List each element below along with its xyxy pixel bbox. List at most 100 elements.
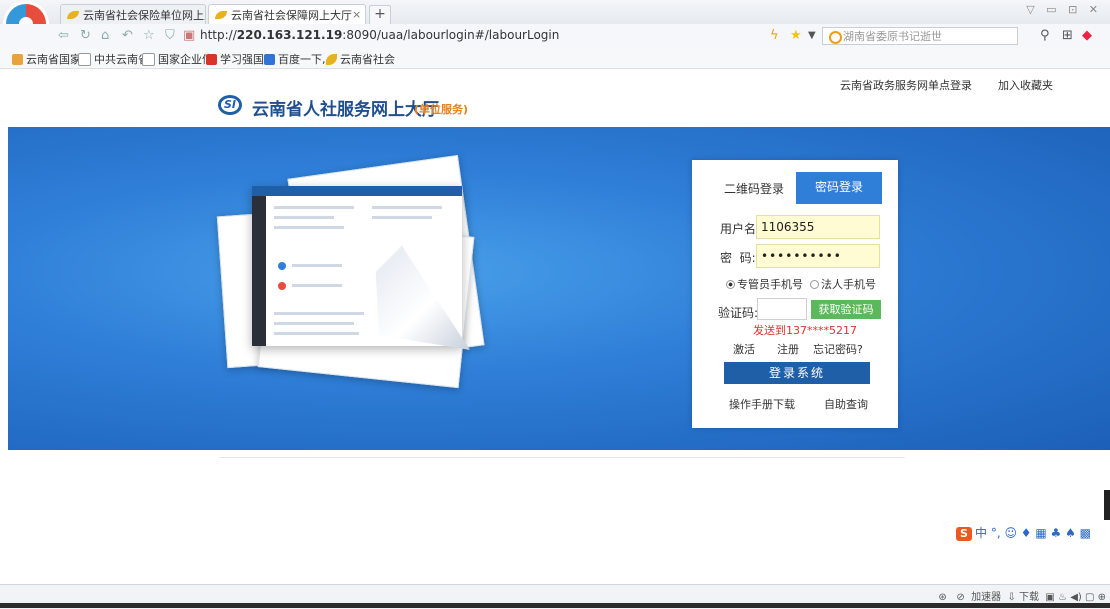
illustration-line — [274, 322, 354, 325]
forgot-password-link[interactable]: 忘记密码? — [813, 341, 863, 357]
xuexi-icon — [206, 53, 217, 65]
download-label[interactable]: 下载 — [1019, 592, 1039, 603]
browser-tab-label: 云南省社会保险单位网上业务 — [83, 8, 205, 22]
zoom-icon[interactable]: ⊕ — [1098, 592, 1106, 603]
status-icon[interactable]: ⊘ — [956, 592, 964, 603]
radio-manager-label: 专管员手机号 — [737, 278, 803, 291]
illustration-dot — [278, 282, 286, 290]
page-icon — [78, 52, 91, 66]
close-icon[interactable]: × — [352, 8, 361, 21]
add-favorite-link[interactable]: 加入收藏夹 — [998, 77, 1053, 93]
illustration-dot — [278, 262, 286, 270]
password-field[interactable]: •••••••••• — [756, 244, 880, 268]
register-link[interactable]: 注册 — [777, 341, 799, 357]
taskbar-strip — [0, 603, 1110, 608]
illustration-sidebar — [252, 196, 266, 346]
accelerator-label[interactable]: 加速器 — [971, 592, 1001, 603]
site-subtitle: (单位服务) — [414, 103, 469, 116]
sogou-icon: S — [956, 527, 972, 541]
bookmark-label: 中共云南省 — [94, 53, 149, 66]
browser-tab-label: 云南省社会保障网上大厅 — [231, 8, 352, 22]
activate-link[interactable]: 激活 — [733, 341, 755, 357]
dropdown-icon[interactable]: ▼ — [808, 30, 816, 41]
illustration-line — [292, 264, 342, 267]
bookmark-label: 云南省社会 — [340, 53, 395, 66]
hero-banner — [8, 127, 1110, 450]
illustration-header — [252, 186, 462, 196]
bookmark-label: 学习强国 — [220, 53, 264, 66]
star-icon[interactable]: ☆ — [143, 28, 155, 43]
side-handle[interactable] — [1104, 490, 1110, 520]
favorite-star-icon[interactable]: ★ — [790, 28, 802, 43]
login-button[interactable]: 登录系统 — [724, 362, 870, 384]
download-icon[interactable]: ⇩ — [1007, 592, 1015, 603]
status-tools: ⊛ ⊘ 加速器 ⇩ 下载 ▣ ♨ ◀) ▢ ⊕ — [938, 588, 1106, 603]
window-controls[interactable]: ▽ ▭ ⊡ ✕ — [1026, 3, 1102, 16]
ime-lang: 中 — [975, 526, 988, 540]
illustration-line — [292, 284, 342, 287]
home-icon[interactable]: ⌂ — [101, 28, 109, 43]
bookmark-item[interactable]: 学习强国 — [206, 51, 264, 67]
refresh-icon[interactable]: ↻ — [80, 28, 91, 43]
verification-code-input[interactable] — [757, 298, 807, 320]
status-icon[interactable]: ♨ — [1058, 592, 1067, 603]
leaf-icon — [326, 53, 337, 65]
illustration-line — [372, 206, 442, 209]
phone-type-radio-group: 专管员手机号 法人手机号 — [726, 276, 876, 292]
search-input[interactable]: 湖南省委原书记逝世 — [822, 27, 1018, 45]
undo-icon[interactable]: ↶ — [122, 28, 133, 43]
site-title: 云南省人社服务网上大厅 — [252, 100, 439, 120]
leaf-icon — [67, 10, 79, 19]
volume-icon[interactable]: ◀) — [1070, 592, 1082, 603]
url-host: 220.163.121.19 — [236, 28, 343, 42]
social-insurance-logo-icon: SI — [218, 95, 242, 115]
browser-tab-active[interactable]: 云南省社会保障网上大厅 × — [208, 4, 366, 24]
shield-icon: ⛉ — [165, 28, 175, 43]
username-label: 用户名: — [720, 222, 761, 236]
tab-password-login[interactable]: 密码登录 — [796, 172, 882, 204]
extension-icon[interactable]: ◆ — [1082, 28, 1092, 43]
browser-tab-inactive[interactable]: 云南省社会保险单位网上业务 × — [60, 4, 206, 24]
url-prefix: http:// — [200, 28, 237, 42]
baidu-icon — [264, 53, 275, 65]
radio-legal[interactable] — [810, 280, 819, 289]
url-rest: :8090/uaa/labourlogin#/labourLogin — [342, 28, 560, 42]
radio-manager[interactable] — [726, 280, 735, 289]
back-icon[interactable]: ⇦ — [58, 28, 69, 43]
password-label: 密 码: — [720, 251, 756, 265]
illustration-line — [274, 312, 364, 315]
illustration-line — [274, 206, 354, 209]
bookmark-item[interactable]: 云南省国家 — [12, 51, 81, 67]
username-field[interactable]: 1106355 — [756, 215, 880, 239]
status-icon[interactable]: ▣ — [1045, 592, 1054, 603]
bookmark-label: 云南省国家 — [26, 53, 81, 66]
bookmark-item[interactable]: 百度一下, — [264, 51, 326, 67]
bookmark-label: 国家企业信 — [158, 53, 213, 66]
grid-icon[interactable]: ⊞ — [1062, 28, 1073, 43]
new-tab-button[interactable]: + — [369, 5, 391, 25]
divider — [219, 457, 905, 458]
leaf-icon — [215, 10, 227, 19]
search-icon[interactable]: ⚲ — [1040, 28, 1050, 43]
tab-qr-login[interactable]: 二维码登录 — [712, 176, 796, 202]
self-query-link[interactable]: 自助查询 — [824, 396, 868, 412]
page-icon — [142, 52, 155, 66]
illustration-line — [274, 332, 359, 335]
bookmark-icon — [12, 53, 23, 65]
lock-icon: ▣ — [183, 28, 196, 43]
bookmark-label: 百度一下, — [278, 53, 326, 66]
illustration-line — [274, 226, 344, 229]
bookmark-item[interactable]: 国家企业信 — [142, 51, 213, 67]
ime-toolbar[interactable]: S中 °, ☺ ♦ ▦ ♣ ♠ ▩ — [956, 524, 1091, 541]
gov-sso-login-link[interactable]: 云南省政务服务网单点登录 — [840, 77, 972, 93]
status-icon[interactable]: ▢ — [1085, 592, 1094, 603]
bookmark-item[interactable]: 中共云南省 — [78, 51, 149, 67]
address-bar[interactable]: http://220.163.121.19:8090/uaa/labourlog… — [200, 28, 559, 42]
bookmark-item[interactable]: 云南省社会 — [326, 51, 395, 67]
status-icon[interactable]: ⊛ — [938, 592, 946, 603]
illustration-line — [274, 216, 334, 219]
get-code-button[interactable]: 获取验证码 — [811, 300, 881, 319]
lightning-icon[interactable]: ϟ — [770, 28, 779, 43]
manual-download-link[interactable]: 操作手册下载 — [729, 396, 795, 412]
captcha-label: 验证码: — [718, 306, 759, 320]
